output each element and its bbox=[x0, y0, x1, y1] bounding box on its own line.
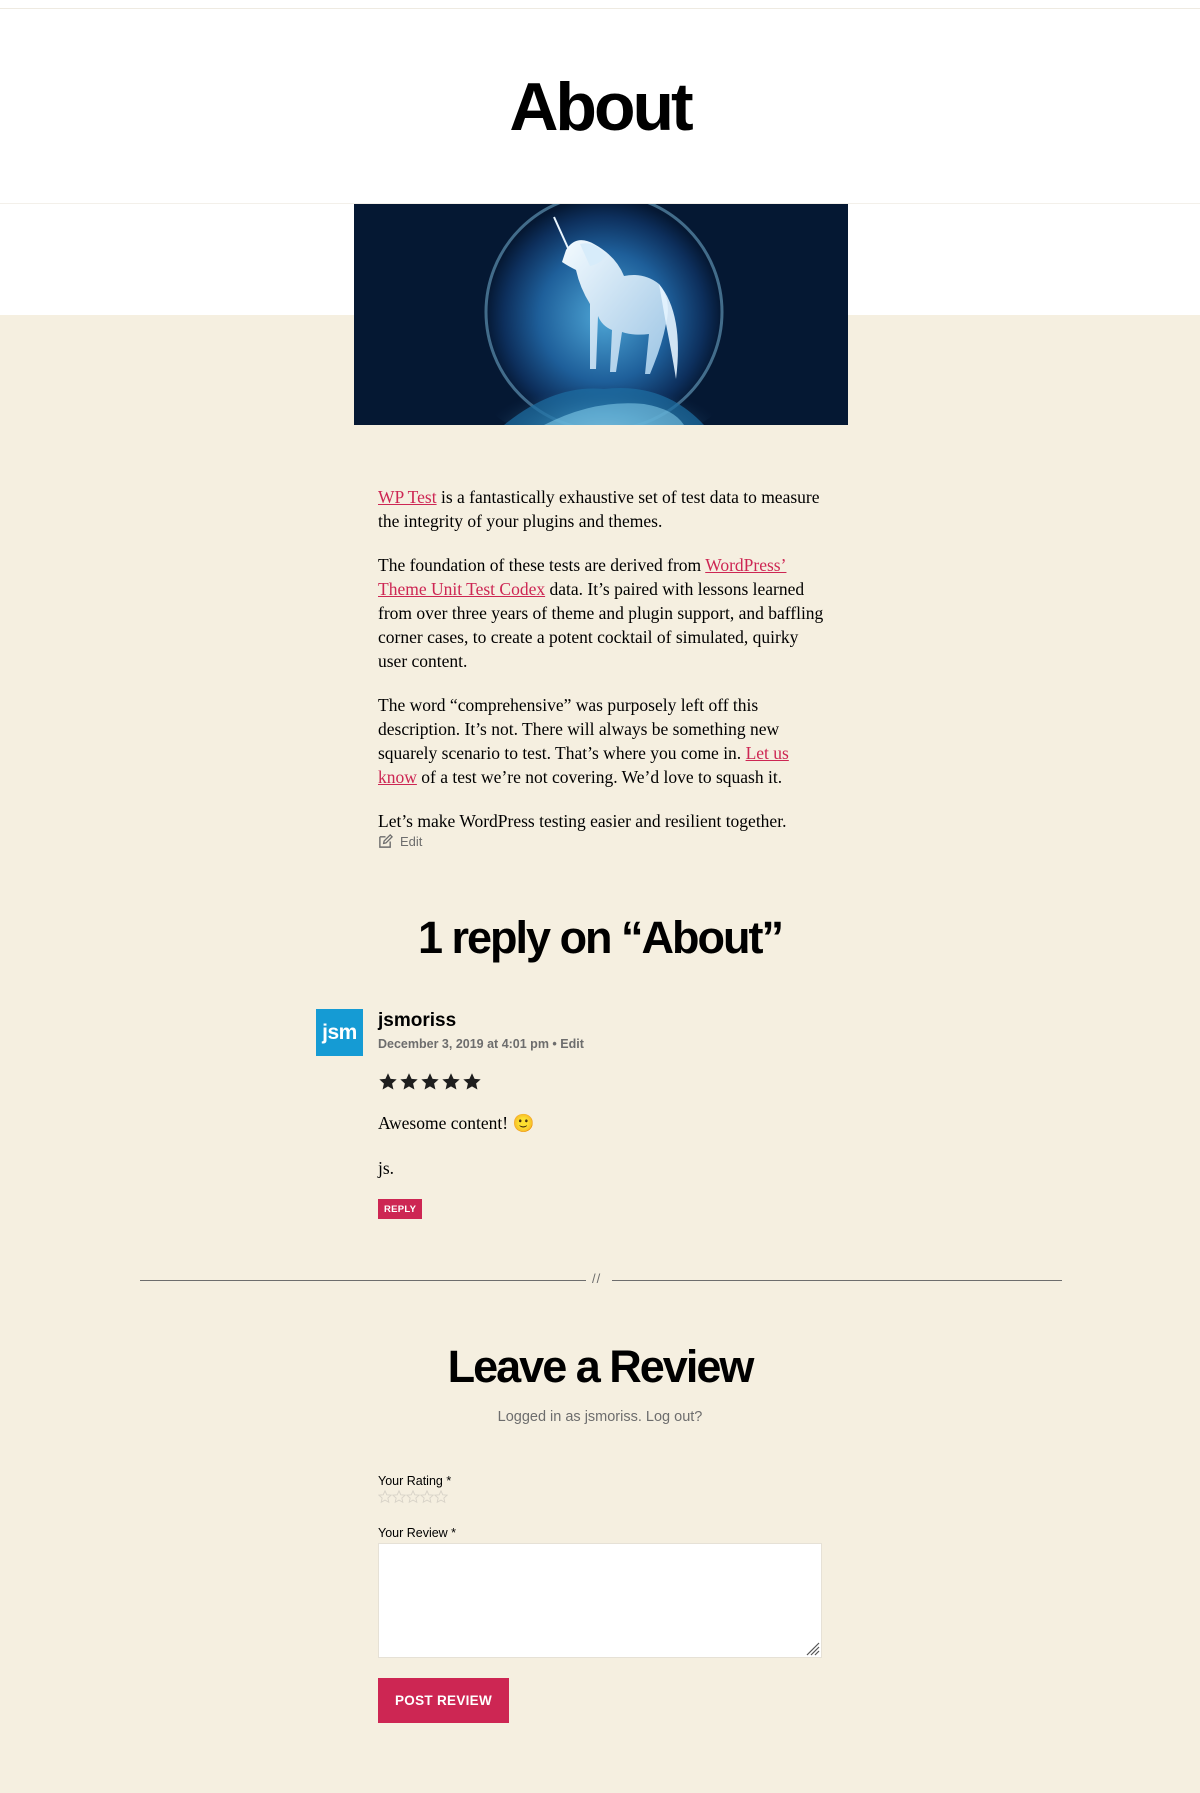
star-filled-icon bbox=[463, 1073, 481, 1090]
star-outline-icon[interactable] bbox=[420, 1490, 434, 1504]
rating-input[interactable] bbox=[378, 1490, 448, 1504]
edit-icon bbox=[379, 833, 393, 848]
logged-in-text[interactable]: Logged in as jsmoriss. Log out? bbox=[0, 1409, 1200, 1425]
comment-text: Awesome content! 🙂 bbox=[378, 1113, 535, 1134]
entry-paragraph: The foundation of these tests are derive… bbox=[378, 555, 824, 671]
edit-label: Edit bbox=[400, 833, 423, 849]
rating-label: Your Rating * bbox=[378, 1474, 452, 1488]
review-textarea[interactable] bbox=[378, 1543, 822, 1658]
entry-paragraph: The word “comprehensive” was purposely l… bbox=[378, 695, 789, 787]
star-filled-icon bbox=[379, 1073, 397, 1090]
star-filled-icon bbox=[442, 1073, 460, 1090]
unicorn-moon-illustration bbox=[354, 204, 848, 425]
comment-signature: js. bbox=[378, 1158, 395, 1178]
comments-title: 1 reply on “About” bbox=[417, 912, 784, 963]
comment-date[interactable]: December 3, 2019 at 4:01 pm bbox=[378, 1037, 549, 1051]
comment-author[interactable]: jsmoriss bbox=[378, 1010, 456, 1032]
reply-button[interactable]: REPLY bbox=[378, 1199, 423, 1219]
entry-paragraph: WP Test is a fantastically exhaustive se… bbox=[378, 487, 820, 531]
avatar: jsm bbox=[316, 1009, 363, 1056]
star-outline-icon[interactable] bbox=[378, 1490, 392, 1504]
comment-edit-link[interactable]: Edit bbox=[560, 1037, 584, 1051]
featured-image bbox=[354, 204, 848, 425]
entry-content: WP Test is a fantastically exhaustive se… bbox=[378, 485, 824, 853]
top-divider bbox=[0, 8, 1200, 9]
star-filled-icon bbox=[400, 1073, 418, 1090]
comment-rating bbox=[378, 1072, 482, 1092]
separator-mark: // bbox=[592, 1271, 602, 1286]
star-filled-icon bbox=[421, 1073, 439, 1090]
section-separator: // bbox=[140, 1271, 1062, 1291]
post-review-button[interactable]: POST REVIEW bbox=[378, 1678, 509, 1723]
review-label: Your Review * bbox=[378, 1526, 457, 1540]
star-outline-icon[interactable] bbox=[392, 1490, 406, 1504]
page-title: About bbox=[509, 69, 693, 145]
smile-emoji-icon: 🙂 bbox=[512, 1114, 535, 1134]
comment-meta: December 3, 2019 at 4:01 pm • Edit bbox=[378, 1037, 584, 1051]
review-form-title: Leave a Review bbox=[447, 1341, 755, 1392]
edit-post-link[interactable]: Edit bbox=[378, 832, 422, 850]
entry-paragraph: Let’s make WordPress testing easier and … bbox=[378, 811, 787, 831]
wp-test-link[interactable]: WP Test bbox=[378, 487, 437, 507]
star-outline-icon[interactable] bbox=[406, 1490, 420, 1504]
star-outline-icon[interactable] bbox=[434, 1490, 448, 1504]
resize-handle-icon[interactable] bbox=[805, 1641, 820, 1656]
